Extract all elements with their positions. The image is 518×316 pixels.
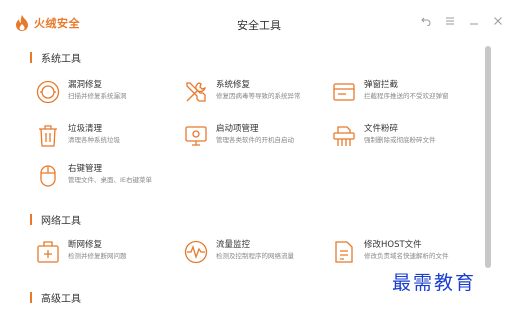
tool-name: 修改HOST文件 [364, 240, 422, 250]
tool-vulnerability-fix[interactable]: 漏洞修复 扫描并修复系统漏洞 [36, 80, 127, 104]
tool-network-repair[interactable]: 断网修复 检测并修复断网问题 [36, 240, 127, 264]
popup-window-icon [332, 80, 356, 104]
tool-popup-block[interactable]: 弹窗拦截 拦截程序推送的不受欢迎弹窗 [332, 80, 449, 104]
tool-name: 流量监控 [216, 240, 251, 250]
tool-name: 弹窗拦截 [364, 80, 399, 90]
mouse-icon [36, 164, 60, 188]
tool-context-menu[interactable]: 右键管理 管理文件、桌面、IE右键菜单 [36, 164, 152, 188]
trash-icon [36, 124, 60, 148]
tool-desc: 拦截程序推送的不受欢迎弹窗 [364, 92, 449, 100]
tool-hosts-edit[interactable]: 修改HOST文件 修改负责域名快速解析的文件 [332, 240, 449, 264]
tool-junk-clean[interactable]: 垃圾清理 清理各种系统垃圾 [36, 124, 120, 148]
tool-name: 漏洞修复 [68, 80, 103, 90]
vulnerability-icon [36, 80, 60, 104]
tool-file-shred[interactable]: 文件粉碎 强制删除或彻底粉碎文件 [332, 124, 436, 148]
tool-desc: 强制删除或彻底粉碎文件 [364, 136, 436, 144]
watermark: 最需教育 [392, 272, 477, 294]
section-title-label: 系统工具 [41, 54, 81, 65]
tool-desc: 检测及控制程序的网络流量 [216, 252, 294, 260]
minimize-icon[interactable] [468, 15, 480, 27]
tool-system-repair[interactable]: 系统修复 修复因病毒等导致的系统异常 [184, 80, 301, 104]
section-title-network-tools: 网络工具 [30, 212, 81, 227]
back-icon[interactable] [420, 15, 432, 27]
tool-desc: 修复因病毒等导致的系统异常 [216, 92, 301, 100]
tool-desc: 管理各类软件的开机自启动 [216, 136, 294, 144]
tool-startup-manager[interactable]: 启动项管理 管理各类软件的开机自启动 [184, 124, 294, 148]
section-accent-bar [30, 214, 32, 225]
tool-desc: 管理文件、桌面、IE右键菜单 [68, 176, 153, 184]
section-title-system-tools: 系统工具 [30, 50, 81, 65]
network-repair-icon [36, 240, 60, 264]
section-accent-bar [30, 292, 32, 303]
section-accent-bar [30, 52, 32, 63]
traffic-icon [184, 240, 208, 264]
tool-name: 系统修复 [216, 80, 251, 90]
section-title-advanced-tools: 高级工具 [30, 290, 81, 305]
monitor-icon [184, 124, 208, 148]
tool-name: 右键管理 [68, 164, 103, 174]
close-icon[interactable] [492, 15, 504, 27]
tool-name: 断网修复 [68, 240, 103, 250]
vertical-scrollbar[interactable] [485, 46, 491, 268]
tool-name: 垃圾清理 [68, 124, 103, 134]
shredder-icon [332, 124, 356, 148]
section-title-label: 高级工具 [41, 294, 81, 305]
tool-desc: 扫描并修复系统漏洞 [68, 92, 127, 100]
tool-desc: 修改负责域名快速解析的文件 [364, 252, 449, 260]
menu-icon[interactable] [444, 15, 456, 27]
section-title-label: 网络工具 [41, 216, 81, 227]
tool-traffic-monitor[interactable]: 流量监控 检测及控制程序的网络流量 [184, 240, 294, 264]
tool-desc: 清理各种系统垃圾 [68, 136, 120, 144]
tool-desc: 检测并修复断网问题 [68, 252, 127, 260]
title-bar: 火绒安全 安全工具 [0, 0, 518, 46]
document-edit-icon [332, 240, 356, 264]
tool-name: 启动项管理 [216, 124, 259, 134]
wrench-screwdriver-icon [184, 80, 208, 104]
window-controls [420, 15, 504, 27]
tool-name: 文件粉碎 [364, 124, 399, 134]
